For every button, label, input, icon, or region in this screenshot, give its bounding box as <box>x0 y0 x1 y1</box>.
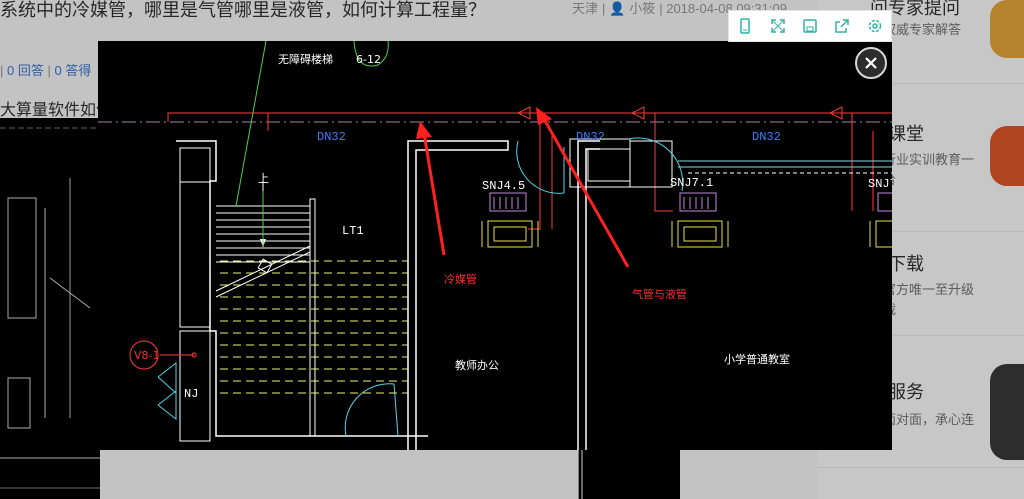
nj-label: NJ <box>184 387 198 401</box>
stair-label: 无障碍楼梯 <box>278 52 333 66</box>
image-viewer[interactable]: 无障碍楼梯 6-12 DN32 DN32 DN32 SNJ4.5 SNJ7.1 … <box>98 41 892 450</box>
cad-drawing: 无障碍楼梯 6-12 DN32 DN32 DN32 SNJ4.5 SNJ7.1 … <box>98 41 892 450</box>
close-button[interactable] <box>855 47 887 79</box>
room-office-label: 教师办公 <box>455 359 499 372</box>
up-label: 上 <box>258 172 269 185</box>
share-icon[interactable] <box>826 11 858 41</box>
dn-label: DN32 <box>576 130 605 144</box>
circle-tag: V8-1 <box>134 349 160 362</box>
fullscreen-icon[interactable] <box>761 11 793 41</box>
unit-label: SNJ7 <box>868 177 892 191</box>
annotation-refrigerant: 冷媒管 <box>444 272 477 286</box>
lt1-label: LT1 <box>342 224 364 238</box>
viewer-toolbar <box>728 10 892 42</box>
close-icon <box>865 57 877 69</box>
dn-label: DN32 <box>752 130 781 144</box>
settings-icon[interactable] <box>859 11 891 41</box>
unit-label: SNJ4.5 <box>482 179 525 193</box>
unit-label: SNJ7.1 <box>670 176 713 190</box>
dn-label: DN32 <box>317 130 346 144</box>
phone-icon[interactable] <box>729 11 761 41</box>
room-class-label: 小学普通教室 <box>724 352 790 366</box>
stair-tag: 6-12 <box>356 53 381 66</box>
annotation-gas-liquid: 气管与液管 <box>632 287 687 301</box>
save-icon[interactable] <box>794 11 826 41</box>
